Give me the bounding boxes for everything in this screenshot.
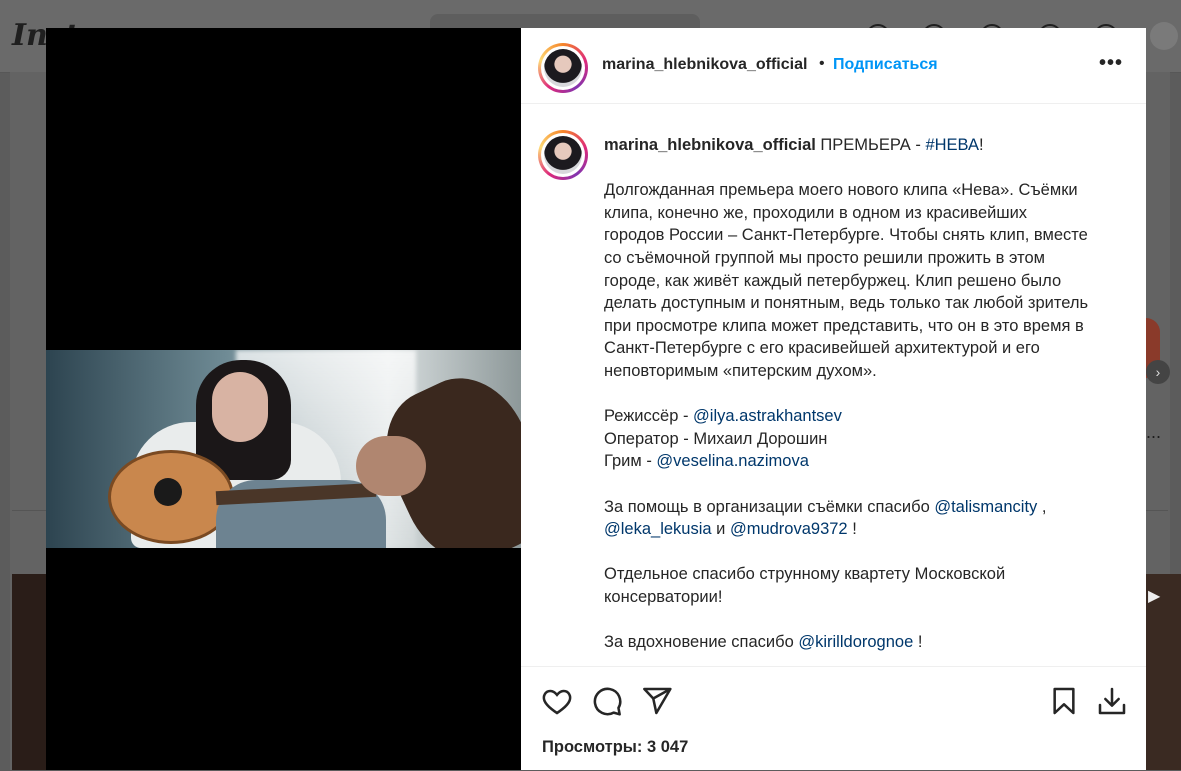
post-header: marina_hlebnikova_official • Подписаться… [521,28,1146,104]
like-button[interactable] [541,685,573,717]
save-button[interactable] [1048,685,1080,717]
video-player[interactable] [46,28,521,770]
background-thumbnail [12,574,46,770]
video-frame[interactable] [46,350,521,548]
caption-line: со съёмочной группой мы просто решили пр… [604,248,1045,267]
views-count: Просмотры: 3 047 [542,738,689,756]
quartet-line: Отдельное спасибо струнному квартету Мос… [604,565,1006,584]
caption-line: клипа, конечно же, проходили в одном из … [604,203,1028,222]
bookmark-icon [1053,687,1075,715]
share-button[interactable] [641,685,673,717]
play-icon: ▶ [1148,588,1161,605]
avatar-photo [544,136,582,174]
caption-author-avatar[interactable] [538,130,588,180]
thanks-line: За помощь в организации съёмки спасибо @… [604,497,1047,516]
caption-title: ПРЕМЬЕРА - [820,136,926,154]
comment-icon [593,687,622,716]
mention-link[interactable]: @kirilldorognoe [798,633,913,651]
avatar-photo [544,49,582,87]
credit-operator: Оператор - Михаил Дорошин [604,429,828,448]
follow-button[interactable]: Подписаться [833,56,938,74]
caption-title-line: marina_hlebnikova_official ПРЕМЬЕРА - #Н… [604,136,984,154]
mention-link[interactable]: @ilya.astrakhantsev [693,407,842,425]
caption-line: делать доступным и понятным, ведь только… [604,294,1089,313]
guitarist-hand [356,436,426,496]
comment-button[interactable] [591,685,623,717]
mention-link[interactable]: @talismancity [934,498,1037,516]
mention-link[interactable]: @leka_lekusia [604,520,712,538]
caption-line: Санкт-Петербурге с его красивейшей архит… [604,339,1040,358]
credit-makeup: Грим - @veselina.nazimova [604,452,809,471]
guitar-soundhole [154,478,182,506]
credit-director: Режиссёр - @ilya.astrakhantsev [604,407,842,426]
background-more-icon: ... [1146,422,1162,442]
hashtag-link[interactable]: #НЕВА [925,136,979,154]
more-options-icon[interactable]: ••• [1099,52,1123,75]
post-action-bar: Просмотры: 3 047 [521,666,1146,771]
caption-line: при просмотре клипа может представить, ч… [604,316,1084,335]
download-button[interactable] [1096,685,1128,717]
inspiration-line: За вдохновение спасибо @kirilldorognoe ! [604,633,923,652]
singer-face [212,372,268,442]
caption-line: Долгожданная премьера моего нового клипа… [604,181,1078,200]
profile-avatar [1150,22,1178,50]
mention-link[interactable]: @mudrova9372 [730,520,848,538]
thanks-line: @leka_lekusia и @mudrova9372 ! [604,520,857,539]
post-side-panel: marina_hlebnikova_official • Подписаться… [521,28,1146,770]
caption-line: городе, как живёт каждый петербуржец. Кл… [604,271,1062,290]
chevron-right-icon: › [1146,360,1170,384]
separator-dot: • [819,55,825,72]
post-modal: marina_hlebnikova_official • Подписаться… [46,28,1146,770]
caption-scroll-area[interactable]: marina_hlebnikova_official ПРЕМЬЕРА - #Н… [521,104,1146,666]
author-avatar[interactable] [538,43,588,93]
caption-line: неповторимым «питерским духом». [604,361,877,380]
paper-plane-icon [643,687,672,715]
caption-line: городов России – Санкт-Петербурге. Чтобы… [604,226,1088,245]
author-username[interactable]: marina_hlebnikova_official [602,56,807,74]
post-caption: marina_hlebnikova_official ПРЕМЬЕРА - #Н… [604,134,1124,654]
caption-username[interactable]: marina_hlebnikova_official [604,136,816,154]
quartet-line: консерватории! [604,587,723,606]
download-icon [1098,687,1126,715]
mention-link[interactable]: @veselina.nazimova [656,452,809,470]
heart-icon [542,689,572,715]
